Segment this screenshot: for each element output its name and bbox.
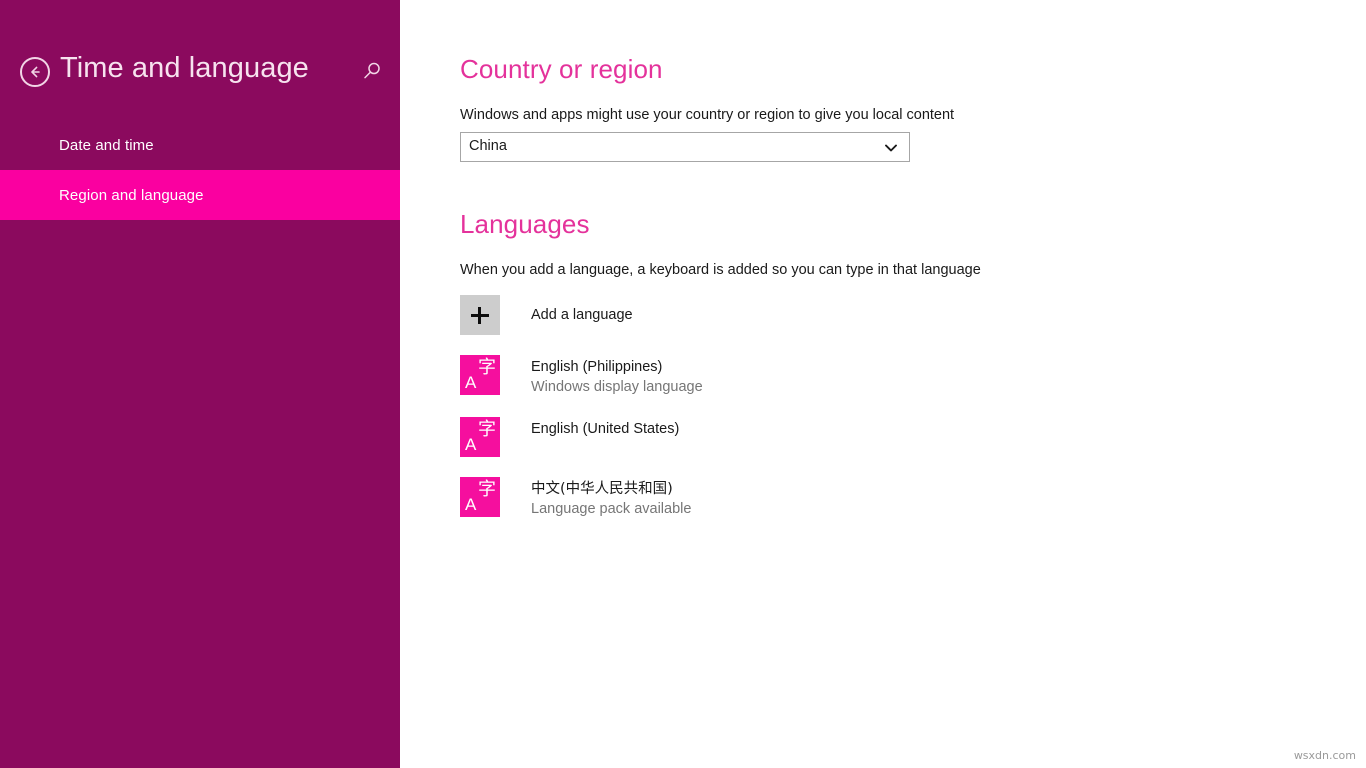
latin-a-glyph: A	[465, 374, 476, 391]
cjk-zi-glyph: 字	[478, 481, 496, 499]
latin-a-glyph: A	[465, 436, 476, 453]
watermark: wsxdn.com	[1294, 749, 1356, 762]
cjk-zi-glyph: 字	[478, 421, 496, 439]
language-tile-icon: A 字	[460, 355, 500, 395]
search-button[interactable]	[358, 58, 386, 86]
country-dropdown-value: China	[469, 138, 507, 154]
list-item[interactable]: A 字 English (United States)	[460, 417, 1160, 457]
add-language-button[interactable]: Add a language	[460, 295, 633, 335]
country-or-region-description: Windows and apps might use your country …	[460, 107, 954, 123]
plus-icon	[460, 295, 500, 335]
languages-description: When you add a language, a keyboard is a…	[460, 262, 981, 278]
list-item[interactable]: A 字 English (Philippines) Windows displa…	[460, 355, 1160, 397]
main-content: Country or region Windows and apps might…	[400, 0, 1366, 768]
sidebar-nav: Date and time Region and language	[0, 120, 400, 220]
cjk-zi-glyph: 字	[478, 359, 496, 377]
sidebar-item-label: Date and time	[59, 137, 154, 154]
language-tile-icon: A 字	[460, 417, 500, 457]
page-title: Time and language	[60, 52, 309, 85]
language-name: English (United States)	[531, 419, 679, 439]
languages-heading: Languages	[460, 209, 590, 240]
chevron-down-icon	[883, 140, 899, 156]
language-list: A 字 English (Philippines) Windows displa…	[460, 355, 1160, 539]
country-or-region-heading: Country or region	[460, 54, 663, 85]
sidebar-item-region-and-language[interactable]: Region and language	[0, 170, 400, 220]
back-button[interactable]	[20, 57, 50, 87]
list-item[interactable]: A 字 中文(中华人民共和国) Language pack available	[460, 477, 1160, 519]
latin-a-glyph: A	[465, 496, 476, 513]
language-status: Language pack available	[531, 499, 691, 519]
sidebar: Time and language Date and time Region a…	[0, 0, 400, 768]
settings-screen: Time and language Date and time Region a…	[0, 0, 1366, 768]
language-name: 中文(中华人民共和国)	[531, 479, 691, 499]
language-status: Windows display language	[531, 377, 703, 397]
language-name: English (Philippines)	[531, 357, 703, 377]
language-text: English (United States)	[531, 417, 679, 439]
add-language-label: Add a language	[531, 307, 633, 323]
sidebar-item-label: Region and language	[59, 187, 204, 204]
language-text: 中文(中华人民共和国) Language pack available	[531, 477, 691, 519]
language-text: English (Philippines) Windows display la…	[531, 355, 703, 397]
sidebar-item-date-and-time[interactable]: Date and time	[0, 120, 400, 170]
language-tile-icon: A 字	[460, 477, 500, 517]
country-dropdown[interactable]: China	[460, 132, 910, 162]
